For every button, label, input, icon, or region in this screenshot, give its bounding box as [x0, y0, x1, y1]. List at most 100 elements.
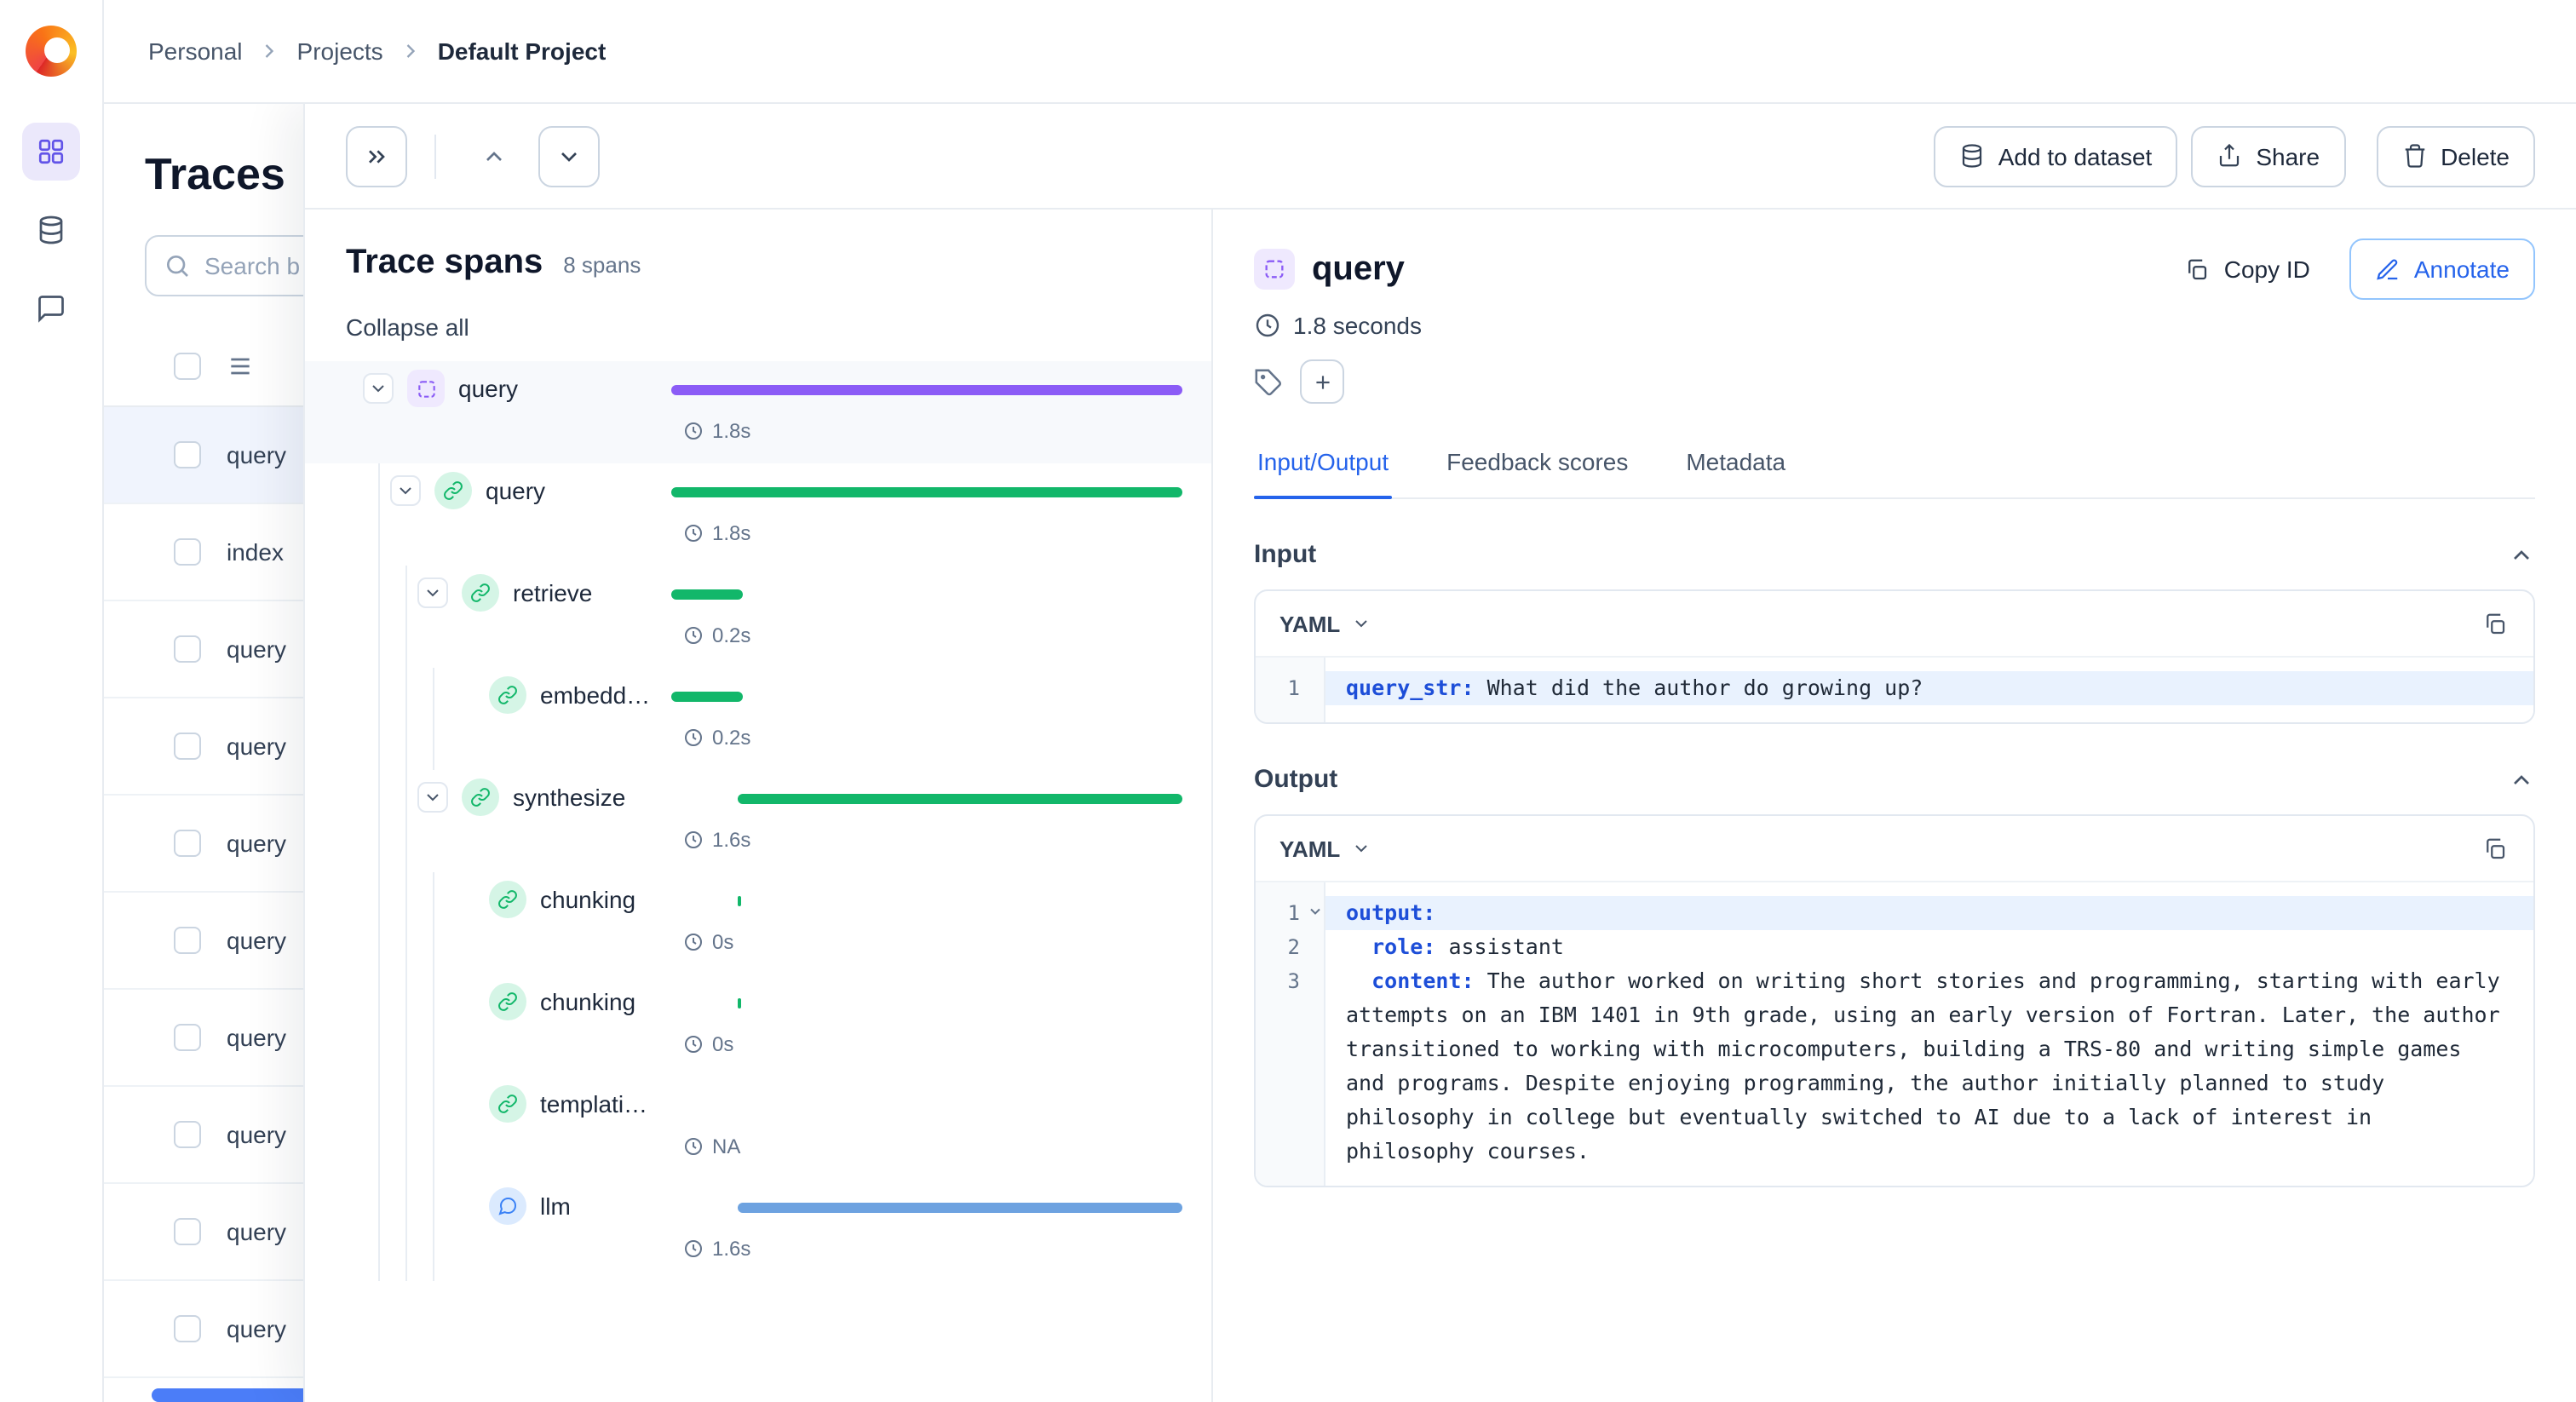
tab-input-output[interactable]: Input/Output — [1254, 431, 1393, 499]
indent-guides — [363, 974, 445, 1077]
span-link-icon — [462, 779, 499, 816]
row-checkbox[interactable] — [174, 733, 201, 760]
row-checkbox[interactable] — [174, 830, 201, 857]
row-checkbox[interactable] — [174, 538, 201, 566]
span-link-icon — [462, 574, 499, 612]
breadcrumb-projects[interactable]: Projects — [297, 37, 383, 65]
span-row-retrieve[interactable]: retrieve 0.2s — [305, 566, 1211, 668]
span-row-main: synthesize — [417, 770, 625, 825]
expand-span-chevron[interactable] — [417, 577, 448, 608]
row-checkbox[interactable] — [174, 1218, 201, 1245]
collapse-output-chevron-icon[interactable] — [2508, 766, 2535, 793]
tag-icon — [1254, 367, 1283, 396]
tree-guide-line — [363, 566, 390, 668]
indent-guides — [363, 1179, 445, 1281]
expand-panel-button[interactable] — [346, 125, 407, 187]
code-text: content: The author worked on writing sh… — [1325, 964, 2533, 1169]
expand-span-chevron[interactable] — [363, 373, 394, 404]
indent-guides — [363, 566, 417, 668]
horizontal-scrollbar-thumb[interactable] — [152, 1388, 315, 1402]
row-checkbox[interactable] — [174, 1024, 201, 1051]
top-bar: Personal Projects Default Project — [104, 0, 2576, 104]
input-section-title: Input — [1254, 540, 1317, 569]
row-checkbox[interactable] — [174, 1315, 201, 1342]
annotate-button[interactable]: Annotate — [2349, 238, 2535, 300]
trace-row-label: query — [227, 1121, 287, 1148]
span-row-query[interactable]: query 1.8s — [305, 361, 1211, 463]
code-text: role: assistant — [1325, 930, 2533, 964]
collapse-input-chevron-icon[interactable] — [2508, 541, 2535, 568]
span-row-main: llm — [445, 1179, 571, 1233]
code-line: 3 content: The author worked on writing … — [1256, 964, 2533, 1169]
copy-input-button[interactable] — [2469, 598, 2520, 649]
delete-button[interactable]: Delete — [2376, 125, 2535, 187]
tab-metadata[interactable]: Metadata — [1682, 431, 1789, 497]
delete-label: Delete — [2441, 142, 2510, 170]
clock-icon — [683, 830, 704, 850]
yaml-value: The author worked on writing short stori… — [1346, 968, 2513, 1164]
collapse-all-button[interactable]: Collapse all — [346, 313, 469, 341]
span-timeline — [671, 794, 1182, 804]
clock-icon — [683, 1136, 704, 1157]
span-duration-value: 1.8s — [712, 521, 751, 545]
rail-items — [22, 123, 80, 337]
previous-trace-button[interactable] — [463, 125, 525, 187]
span-name: retrieve — [513, 579, 593, 606]
span-row-chunking[interactable]: chunking 0s — [305, 974, 1211, 1077]
opik-logo[interactable] — [26, 26, 77, 77]
tab-feedback-scores[interactable]: Feedback scores — [1443, 431, 1631, 497]
yaml-value: assistant — [1435, 934, 1564, 959]
rows-icon — [227, 353, 254, 380]
span-duration: 0.2s — [683, 726, 750, 750]
add-tag-button[interactable] — [1300, 359, 1344, 404]
tree-guide-line — [363, 1077, 390, 1179]
span-row-templati-[interactable]: templati… NA — [305, 1077, 1211, 1179]
span-duration: NA — [683, 1135, 740, 1158]
row-checkbox[interactable] — [174, 1121, 201, 1148]
sidebar-item-projects[interactable] — [22, 123, 80, 181]
span-link-icon — [489, 983, 526, 1020]
add-to-dataset-button[interactable]: Add to dataset — [1933, 125, 2178, 187]
row-checkbox[interactable] — [174, 927, 201, 954]
code-line: 1 query_str: What did the author do grow… — [1256, 671, 2533, 705]
duration-bar — [738, 794, 1182, 804]
breadcrumb-personal[interactable]: Personal — [148, 37, 243, 65]
expand-span-chevron[interactable] — [390, 475, 421, 506]
span-duration-value: 1.8s — [712, 419, 751, 443]
next-trace-button[interactable] — [538, 125, 600, 187]
span-row-llm[interactable]: llm 1.6s — [305, 1179, 1211, 1281]
span-row-synthesize[interactable]: synthesize 1.6s — [305, 770, 1211, 872]
span-timeline — [671, 589, 1182, 600]
duration-bar — [738, 998, 742, 1008]
span-row-chunking[interactable]: chunking 0s — [305, 872, 1211, 974]
chevron-down-icon — [1350, 838, 1371, 859]
span-name: chunking — [540, 988, 636, 1015]
chevron-up-icon — [480, 142, 508, 170]
output-format-dropdown[interactable]: YAML — [1279, 836, 1371, 861]
span-duration: 0.2s — [683, 623, 750, 647]
copy-output-button[interactable] — [2469, 823, 2520, 874]
fold-chevron-icon[interactable] — [1307, 903, 1324, 920]
sidebar-item-feedback[interactable] — [22, 279, 80, 337]
row-checkbox[interactable] — [174, 441, 201, 468]
sidebar-item-datasets[interactable] — [22, 201, 80, 259]
share-button[interactable]: Share — [2191, 125, 2346, 187]
span-name: query — [486, 477, 546, 504]
left-icon-rail — [0, 0, 104, 1402]
span-detail-panel: query Copy ID Annotate 1.8 seconds Input… — [1213, 210, 2576, 1402]
copy-id-button[interactable]: Copy ID — [2159, 238, 2336, 300]
trace-row-label: index — [227, 538, 284, 566]
clock-icon — [683, 421, 704, 441]
row-checkbox[interactable] — [174, 635, 201, 663]
grid-icon — [36, 136, 66, 167]
span-row-embedd-[interactable]: embedd… 0.2s — [305, 668, 1211, 770]
input-format-dropdown[interactable]: YAML — [1279, 611, 1371, 636]
select-all-checkbox[interactable] — [174, 353, 201, 380]
yaml-key: content: — [1371, 968, 1475, 993]
span-duration: 1.8s — [683, 521, 750, 545]
line-number: 1 — [1287, 676, 1300, 700]
expand-span-chevron[interactable] — [417, 782, 448, 813]
span-row-query[interactable]: query 1.8s — [305, 463, 1211, 566]
trace-row-label: query — [227, 927, 287, 954]
tree-guide-line — [363, 974, 390, 1077]
